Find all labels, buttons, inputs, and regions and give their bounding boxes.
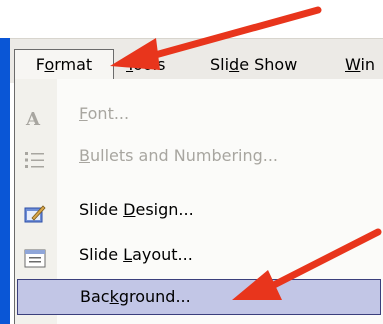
font-A-icon: A [24,104,46,130]
menu-item-font[interactable]: A Font... [15,95,383,133]
menu-item-background[interactable]: Background... [17,279,381,315]
slide-design-icon [24,200,46,223]
menu-window[interactable]: Win [345,52,375,78]
menu-item-bullets-and-numbering[interactable]: Bullets and Numbering... [15,137,383,175]
bullets-list-icon [24,146,46,168]
menu-slide-show[interactable]: Slide Show [210,52,297,78]
svg-text:A: A [25,109,41,128]
window-edge [0,38,10,324]
menu-tools[interactable]: Tools [126,52,165,78]
menu-item-slide-layout[interactable]: Slide Layout... [15,236,383,274]
slide-layout-icon [24,245,46,268]
menu-format[interactable]: Format [14,49,114,80]
menu-item-slide-design[interactable]: Slide Design... [15,191,383,229]
